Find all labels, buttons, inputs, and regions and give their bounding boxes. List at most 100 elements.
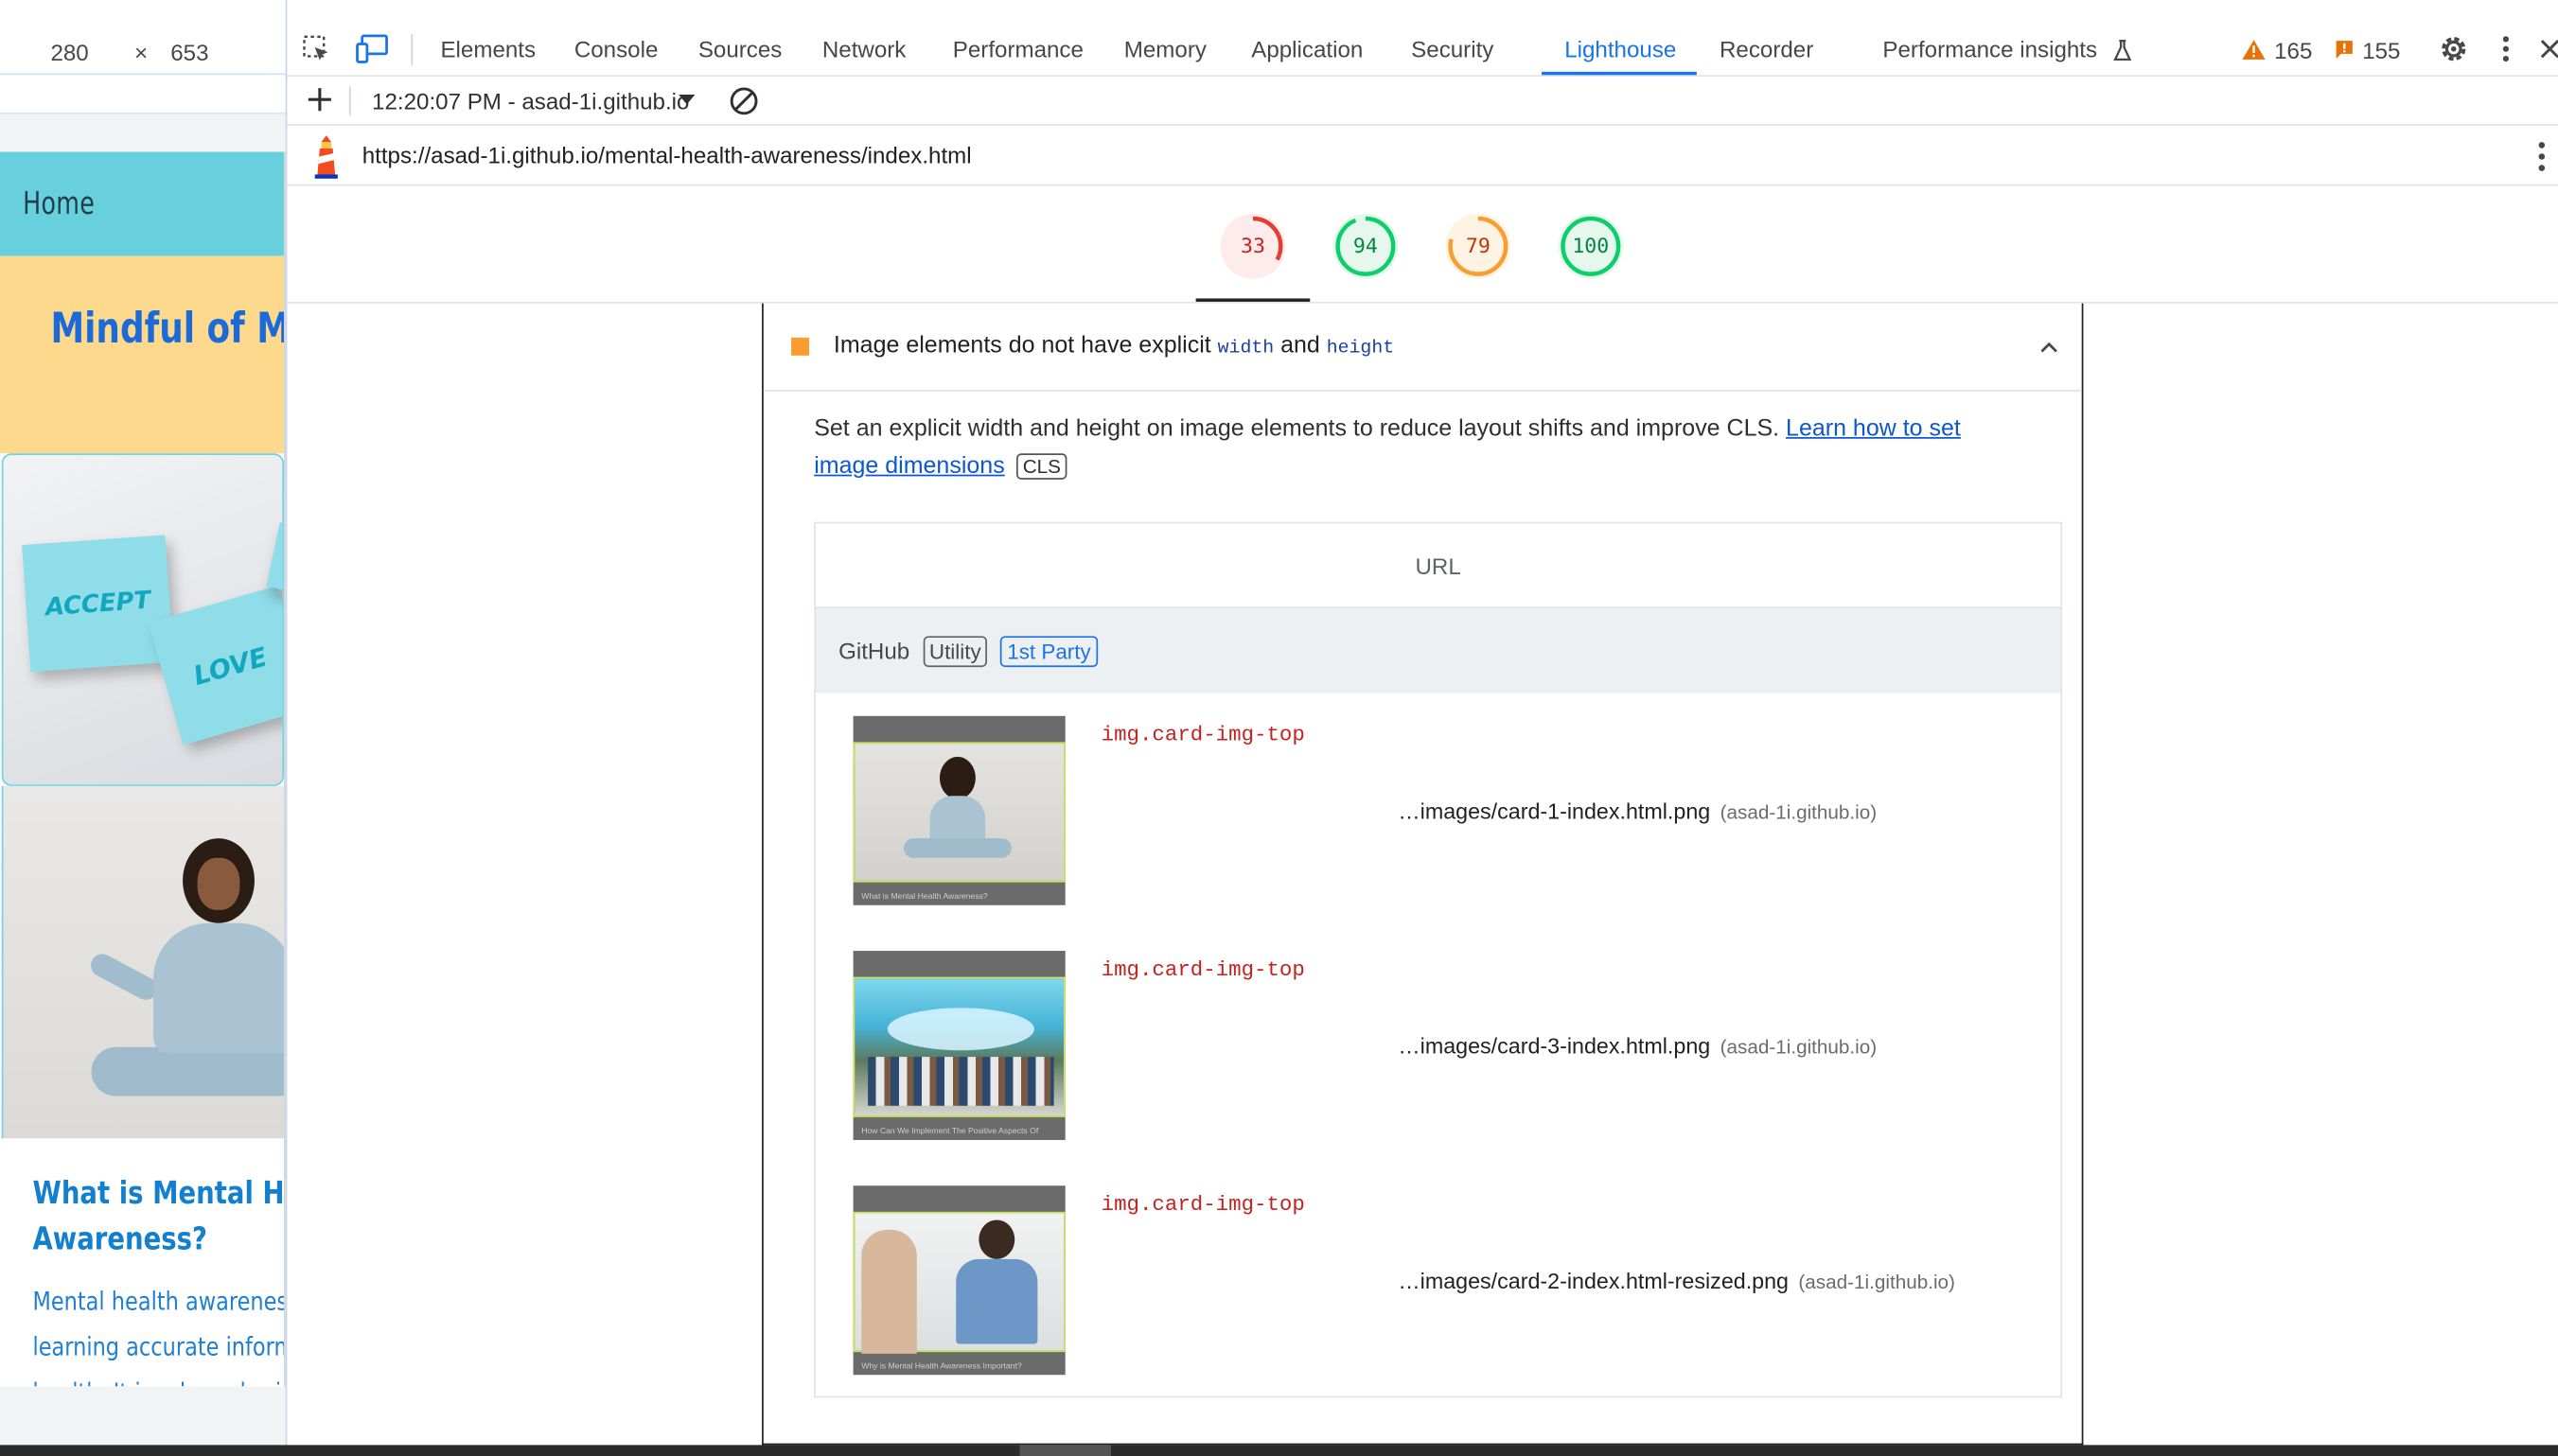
audit-title: Image elements do not have explicit widt… [834,333,1394,360]
table-row[interactable]: Why is Mental Health Awareness Important… [816,1163,2060,1397]
report-selector[interactable]: 12:20:07 PM - asad-1i.github.io [372,77,698,126]
audit-item-unsized-images: Image elements do not have explicit widt… [762,303,2084,1446]
card-text-line: Mental health awareness [32,1287,286,1317]
image-host: (asad-1i.github.io) [1720,1035,1878,1059]
code-height: height [1326,337,1395,360]
image-path: …images/card-3-index.html.png [1398,1033,1711,1059]
thumbnail-image [853,742,1066,883]
note-accept: ACCEPT [22,535,174,673]
average-status-icon [791,337,810,356]
report-menu-icon[interactable] [2532,139,2551,175]
metric-chip-cls: CLS [1015,453,1067,480]
more-options-icon[interactable] [2496,32,2516,64]
card-text-line: health. It involves sharin [32,1378,283,1387]
audit-description: Set an explicit width and height on imag… [814,411,2021,485]
viewport-dimensions: 280 × 653 [50,39,208,65]
score-gauge-seo[interactable]: 100 [1558,213,1624,279]
issues-counter[interactable]: 155 [2335,23,2400,77]
node-selector[interactable]: img.card-img-top [1102,723,1305,747]
thumbnail-caption: How Can We Implement The Positive Aspect… [861,1127,1039,1137]
thumbnail-image [853,976,1066,1117]
viewport-height-input[interactable]: 653 [170,39,208,65]
audit-header[interactable]: Image elements do not have explicit widt… [763,304,2082,392]
image-host: (asad-1i.github.io) [1720,800,1878,824]
tab-performance-insights[interactable]: Performance insights [1882,23,2133,77]
scrollbar-thumb[interactable] [1019,1445,1111,1456]
thumbnail-caption: What is Mental Health Awareness? [861,891,988,903]
element-screenshot-thumbnail[interactable]: What is Mental Health Awareness? [853,715,1066,905]
node-selector[interactable]: img.card-img-top [1102,957,1305,982]
thumbnail-caption: Why is Mental Health Awareness Important… [861,1361,1022,1372]
score-gauge-best-practices[interactable]: 79 [1445,213,1511,279]
media-query-bar [0,75,286,114]
tab-network[interactable]: Network [822,23,907,77]
thumbnail-image [853,1211,1066,1354]
image-url[interactable]: …images/card-1-index.html.png (asad-1i.gi… [1398,799,1877,824]
tab-lighthouse[interactable]: Lighthouse [1564,23,1676,77]
table-row[interactable]: What is Mental Health Awareness? img.car… [816,693,2060,928]
new-report-icon[interactable] [304,83,336,115]
score-value: 100 [1572,233,1610,258]
report-url[interactable]: https://asad-1i.github.io/mental-health-… [362,126,972,186]
tab-application[interactable]: Application [1251,23,1363,77]
viewport-width-input[interactable]: 280 [50,39,88,65]
score-gauge-accessibility[interactable]: 94 [1332,213,1399,279]
active-tab-indicator [1542,71,1697,76]
audit-details-table: URL GitHub Utility 1st Party What is Men… [814,521,2063,1398]
tab-console[interactable]: Console [574,23,659,77]
card-title-line: What is Mental Hea [32,1175,285,1212]
note-accept-text: ACCEPT [44,585,152,623]
card-title-line: Awareness? [32,1221,207,1258]
element-screenshot-thumbnail[interactable]: How Can We Implement The Positive Aspect… [853,951,1066,1141]
entity-name: GitHub [838,638,910,664]
settings-gear-icon[interactable] [2438,32,2470,64]
nav-home-link[interactable]: Home [23,186,95,222]
image-url[interactable]: …images/card-3-index.html.png (asad-1i.gi… [1398,1034,1877,1059]
audit-description-text: Set an explicit width and height on imag… [814,415,1787,443]
lighthouse-toolbar: 12:20:07 PM - asad-1i.github.io [287,77,2558,126]
clear-reports-icon[interactable] [728,85,760,117]
score-gauges: 33 94 79 100 [287,186,2558,304]
toolbar-separator [348,86,351,116]
hero-title: Mindful of Me [50,305,284,355]
card-text-line: learning accurate inform [32,1332,286,1362]
tab-performance[interactable]: Performance [953,23,1084,77]
tab-memory[interactable]: Memory [1124,23,1207,77]
warning-triangle-icon [2242,40,2266,60]
dimension-separator: × [133,39,149,65]
tab-security[interactable]: Security [1411,23,1493,77]
card-text: Mental health awareness learning accurat… [32,1279,283,1386]
element-screenshot-thumbnail[interactable]: Why is Mental Health Awareness Important… [853,1185,1066,1376]
selected-gauge-indicator [1195,298,1311,302]
node-selector[interactable]: img.card-img-top [1102,1192,1305,1217]
issue-flag-icon [2336,41,2353,60]
inspect-element-icon[interactable] [300,32,332,64]
figure-face [197,857,240,910]
figure-legs [91,1046,284,1096]
figure-arm [86,950,162,1005]
viewport-bottom-gutter [0,1386,286,1446]
figure-body [153,922,284,1054]
chevron-up-icon[interactable] [2039,338,2059,358]
audit-title-text: and [1274,332,1327,360]
tab-elements[interactable]: Elements [440,23,536,77]
warnings-counter[interactable]: 165 [2242,23,2313,77]
table-row[interactable]: How Can We Implement The Positive Aspect… [816,928,2060,1163]
card-title: What is Mental Hea Awareness? [32,1171,283,1263]
audit-title-text: Image elements do not have explicit [833,332,1218,360]
close-devtools-icon[interactable] [2538,36,2558,62]
image-host: (asad-1i.github.io) [1798,1270,1955,1294]
score-gauge-performance[interactable]: 33 [1220,213,1286,279]
device-toolbar: 280 × 653 [0,0,286,76]
image-path: …images/card-2-index.html-resized.png [1398,1269,1790,1294]
bottom-drawer-bar [0,1445,2558,1456]
card-body: What is Mental Hea Awareness? Mental hea… [0,1138,283,1386]
chevron-down-icon[interactable] [679,94,696,105]
tab-sources[interactable]: Sources [698,23,783,77]
warnings-count: 165 [2274,36,2313,63]
tab-recorder[interactable]: Recorder [1720,23,1813,77]
sticky-notes-image: ACCEPT LOVE [1,453,284,786]
device-toggle-icon[interactable] [354,32,390,64]
site-hero: Mindful of Me [0,255,284,454]
image-url[interactable]: …images/card-2-index.html-resized.png (as… [1398,1269,1955,1293]
